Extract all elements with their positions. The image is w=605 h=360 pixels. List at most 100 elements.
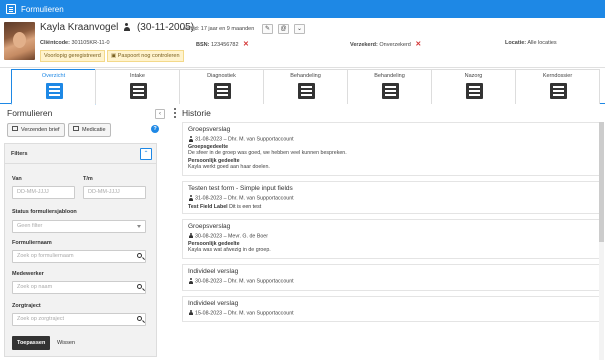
- tab-overzicht[interactable]: Overzicht: [11, 69, 96, 105]
- location: Locatie: Alle locaties: [505, 40, 557, 46]
- client-name-row: Kayla Kraanvogel (30-11-2005): [40, 22, 194, 33]
- filters-title: Filters: [11, 151, 28, 157]
- history-item-title: Groepsverslag: [188, 222, 231, 230]
- scrollbar[interactable]: [599, 122, 604, 360]
- pencil-icon: ✎: [264, 26, 271, 32]
- history-item-title: Testen test form - Simple input fields: [188, 185, 293, 193]
- overview-icon: [46, 83, 63, 99]
- tab-intake[interactable]: Intake: [95, 69, 180, 104]
- client-name: Kayla Kraanvogel: [40, 22, 119, 33]
- person-icon: [188, 309, 193, 316]
- list-item[interactable]: Individeel verslag 30-08-2023 – Dhr. M. …: [182, 264, 601, 291]
- search-icon: [137, 316, 142, 321]
- caret-down-icon: [137, 225, 141, 228]
- client-avatar: [4, 22, 35, 60]
- clientcode: Cliëntcode: 301105KR-11-0: [40, 40, 110, 46]
- apply-button[interactable]: Toepassen: [12, 336, 51, 350]
- aftercare-icon: [466, 83, 483, 99]
- core-file-icon: [550, 83, 567, 99]
- status-select[interactable]: Geen filter: [12, 220, 146, 233]
- history-item-title: Individeel verslag: [188, 299, 239, 307]
- bsn-label: BSN:: [196, 42, 210, 48]
- formname-search-input[interactable]: Zoek op formuliernaam: [12, 250, 146, 263]
- email-button[interactable]: @: [278, 24, 289, 34]
- history-item-meta: 31-08-2023 – Dhr. M. van Supportaccount: [188, 195, 595, 202]
- tab-kerndossier[interactable]: Kerndossier: [515, 69, 600, 104]
- care-search-input[interactable]: Zoek op zorgtraject: [12, 313, 146, 326]
- person-icon: [188, 232, 193, 239]
- history-item-meta: 30-08-2023 – Dhr. M. van Supportaccount: [188, 278, 595, 285]
- chevron-down-icon: ⌄: [296, 26, 303, 32]
- more-button[interactable]: ⌄: [294, 24, 305, 34]
- chevron-left-icon: ‹: [159, 111, 161, 117]
- clientcode-value: 301105KR-11-0: [71, 40, 110, 46]
- status-label: Status formuliersjabloon: [12, 209, 77, 215]
- collapse-panel-button[interactable]: ‹: [155, 109, 165, 119]
- tab-behandeling[interactable]: Behandeling: [263, 69, 348, 104]
- tab-behandeling-2[interactable]: Behandeling: [347, 69, 432, 104]
- history-field-value: De sfeer in de groep was goed, we hebben…: [188, 150, 347, 157]
- history-list: Groepsverslag 31-08-2023 – Dhr. M. van S…: [180, 122, 605, 360]
- help-icon[interactable]: ?: [151, 125, 159, 133]
- person-icon: [188, 136, 193, 142]
- passport-icon: ▣: [111, 53, 118, 59]
- history-item-meta: 31-08-2023 – Dhr. M. van Supportaccount: [188, 136, 595, 142]
- location-label: Locatie:: [505, 40, 527, 46]
- app-title: Formulieren: [21, 4, 64, 14]
- care-label: Zorgtraject: [12, 303, 41, 309]
- person-icon: [123, 23, 130, 31]
- insured-invalid-icon: ✕: [415, 41, 422, 48]
- history-item-meta: 30-08-2023 – Mevr. G. de Boer: [188, 232, 595, 239]
- formname-label: Formuliernaam: [12, 240, 52, 246]
- person-icon: [188, 195, 193, 201]
- search-icon: [137, 253, 142, 258]
- history-item-meta: 15-08-2023 – Dhr. M. van Supportaccount: [188, 309, 595, 316]
- list-item[interactable]: Testen test form - Simple input fields 3…: [182, 181, 601, 214]
- history-field-value: Kayla was wat afwezig in de groep.: [188, 247, 271, 254]
- history-title: Historie: [182, 108, 211, 118]
- filters-panel: Filters ⌃ Van DD-MM-JJJJ T/m DD-MM-JJJJ …: [4, 143, 157, 357]
- insured-label: Verzekerd:: [350, 42, 378, 48]
- list-item[interactable]: Groepsverslag 31-08-2023 – Dhr. M. van S…: [182, 122, 601, 177]
- status-select-value: Geen filter: [17, 223, 43, 229]
- history-field-value: Kayla werkt goed aan haar doelen.: [188, 164, 270, 171]
- employee-search-input[interactable]: Zoek op naam: [12, 281, 146, 294]
- bsn: BSN: 123456782 ✕: [196, 40, 249, 48]
- send-letter-button[interactable]: Verzenden brief: [7, 123, 65, 137]
- history-item-title: Individeel verslag: [188, 268, 239, 276]
- clear-button[interactable]: Wissen: [53, 336, 79, 350]
- chevron-up-icon: ⌃: [143, 151, 149, 157]
- edit-button[interactable]: ✎: [262, 24, 273, 34]
- history-item-title: Groepsverslag: [188, 126, 231, 133]
- treatment-edit-icon: [382, 83, 399, 99]
- list-item[interactable]: Groepsverslag 30-08-2023 – Mevr. G. de B…: [182, 218, 601, 260]
- medication-icon: [73, 126, 79, 132]
- panel-resize-handle[interactable]: [174, 108, 176, 119]
- app-titlebar: Formulieren: [0, 0, 605, 18]
- tab-nazorg[interactable]: Nazorg: [431, 69, 516, 104]
- filters-header: Filters ⌃: [5, 144, 156, 164]
- location-value: Alle locaties: [527, 40, 557, 46]
- filters-toggle-button[interactable]: ⌃: [140, 148, 152, 160]
- from-date-input[interactable]: DD-MM-JJJJ: [12, 186, 75, 199]
- to-date-input[interactable]: DD-MM-JJJJ: [83, 186, 146, 199]
- clientcode-label: Cliëntcode:: [40, 40, 70, 46]
- list-item[interactable]: Individeel verslag 15-08-2023 – Dhr. M. …: [182, 295, 601, 323]
- search-icon: [137, 284, 142, 289]
- client-age: Leeftijd: 17 jaar en 9 maanden: [180, 26, 255, 32]
- tab-diagnostiek[interactable]: Diagnostiek: [179, 69, 264, 104]
- treatment-icon: [298, 83, 315, 99]
- medication-button[interactable]: Medicatie: [68, 123, 111, 137]
- intake-icon: [130, 83, 147, 99]
- insured: Verzekerd: Onverzekerd ✕: [350, 40, 421, 48]
- bsn-invalid-icon: ✕: [243, 41, 249, 48]
- from-label: Van: [12, 176, 22, 182]
- status-badge-passport: ▣ Paspoort nog controleren: [107, 50, 184, 62]
- scrollbar-thumb[interactable]: [599, 122, 604, 242]
- module-tabs: Overzicht Intake Diagnostiek Behandeling…: [0, 69, 605, 105]
- forms-icon: [6, 4, 16, 14]
- client-header: Kayla Kraanvogel (30-11-2005) Leeftijd: …: [0, 18, 605, 68]
- insured-value: Onverzekerd: [379, 42, 411, 48]
- status-badge-registered: Voorlopig geregistreerd: [40, 50, 105, 62]
- employee-label: Medewerker: [12, 271, 44, 277]
